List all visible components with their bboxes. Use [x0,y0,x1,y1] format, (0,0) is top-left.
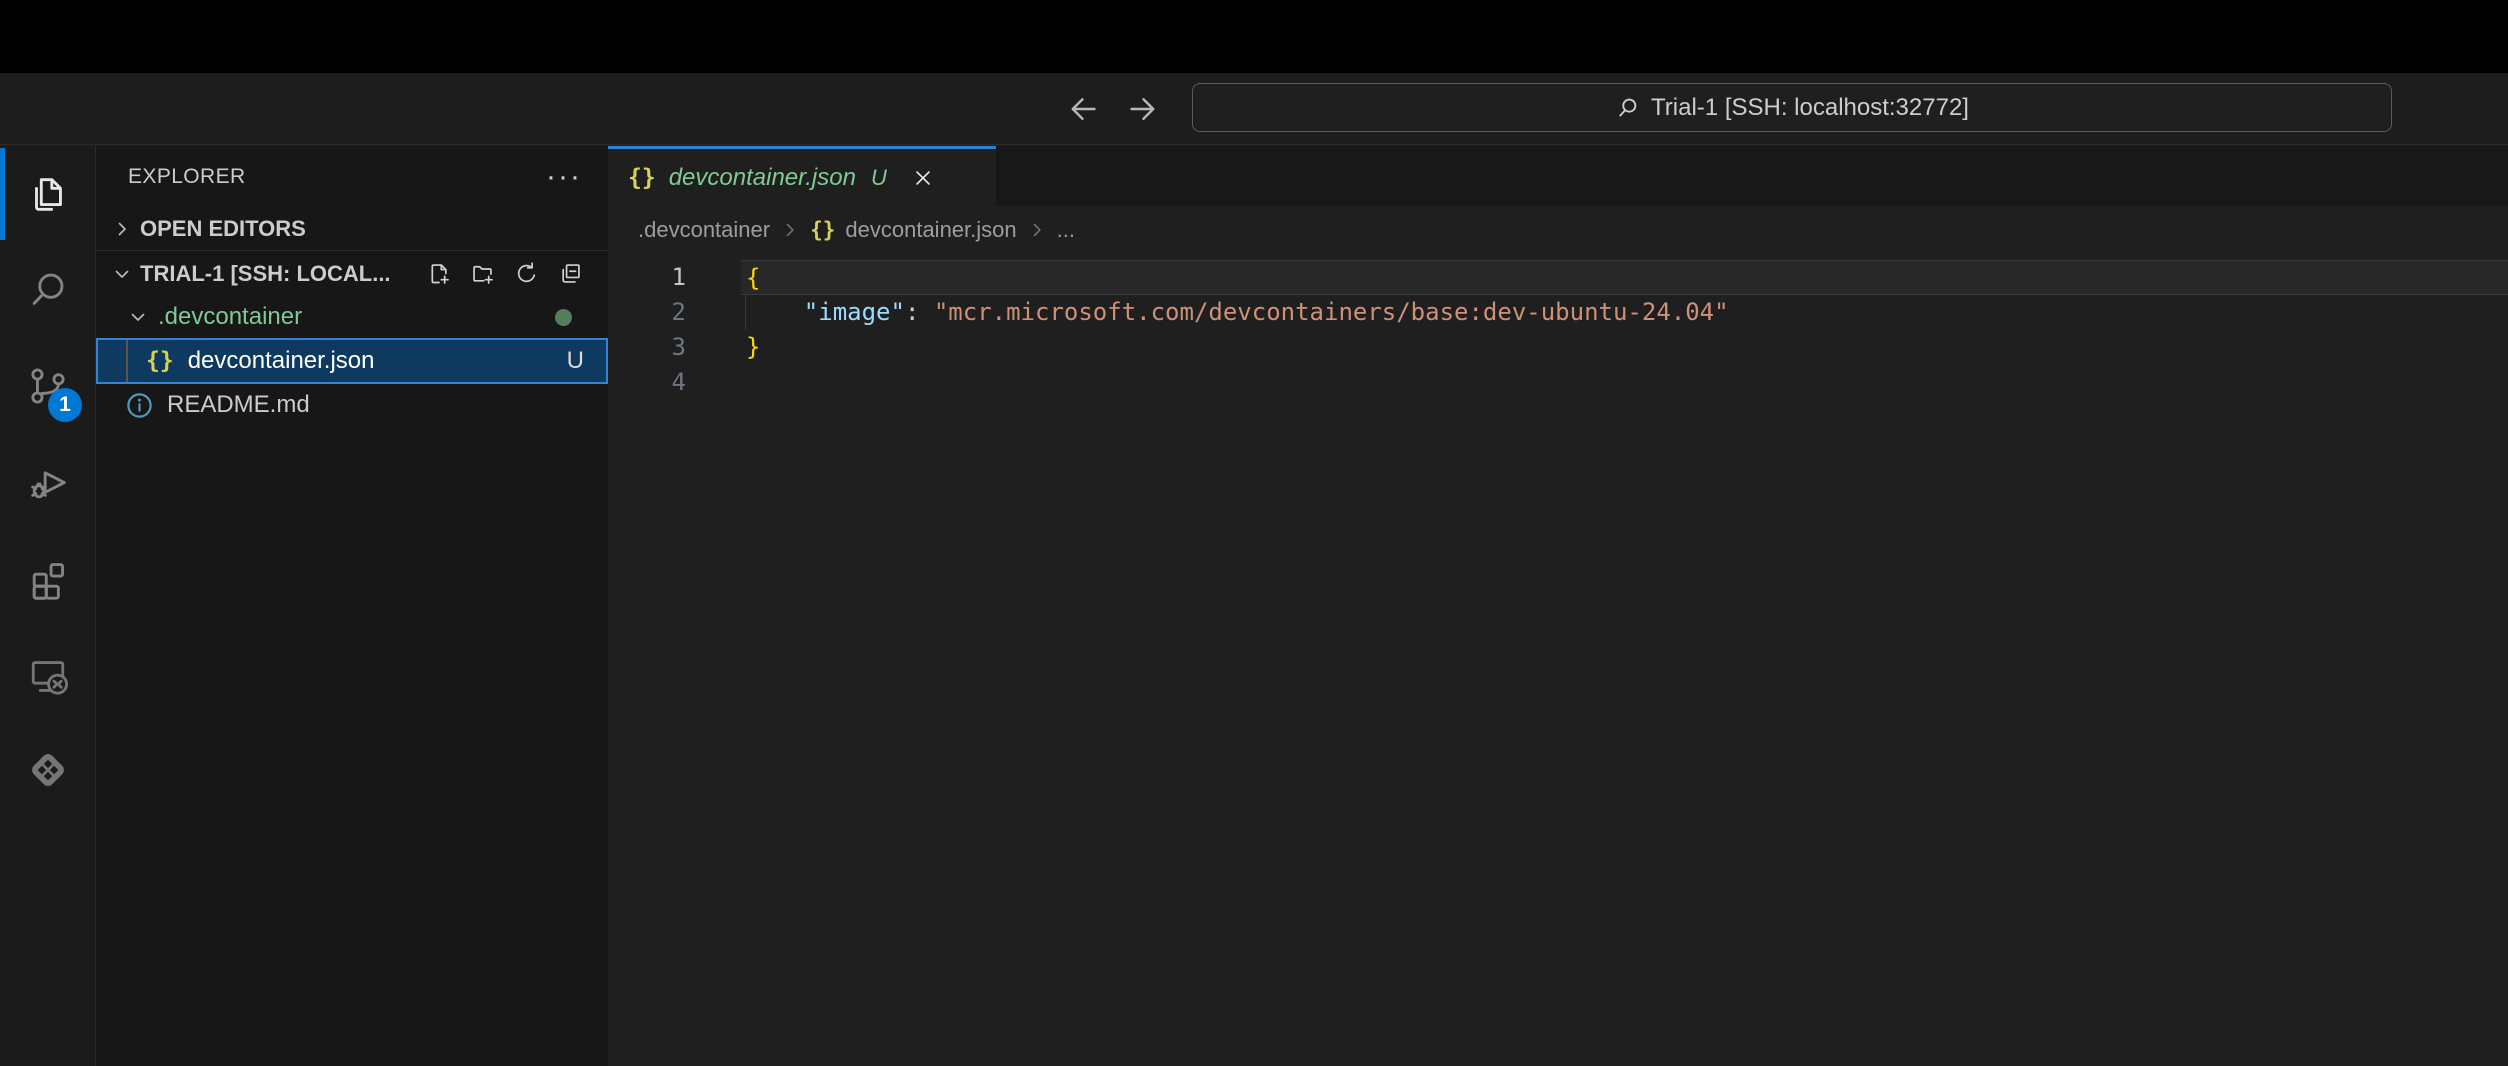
folder-label: .devcontainer [158,303,302,331]
tab-label: devcontainer.json [669,164,856,192]
tab-git-badge: U [871,165,887,191]
code-editor[interactable]: 1{2 "image": "mcr.microsoft.com/devconta… [608,254,2508,400]
more-actions-icon[interactable]: ··· [546,172,582,182]
navigate-back-icon[interactable] [1066,91,1102,127]
activity-bar: 1 [0,146,96,1066]
sidebar-header: EXPLORER ··· [96,146,608,208]
command-center-label: Trial-1 [SSH: localhost:32772] [1651,94,1969,122]
navigate-forward-icon[interactable] [1124,91,1160,127]
workspace-section[interactable]: TRIAL-1 [SSH: LOCAL... [96,250,608,296]
code-text [741,365,2508,400]
chevron-right-icon [1027,220,1047,240]
json-file-icon: {} [810,218,835,242]
editor-group: {} devcontainer.json U .devcontainer {} … [608,146,2508,1066]
refresh-icon[interactable] [513,260,540,287]
code-line-1[interactable]: 1{ [608,260,2508,295]
sidebar-title: EXPLORER [128,165,246,189]
code-line-4[interactable]: 4 [608,365,2508,400]
collapse-all-icon[interactable] [557,260,584,287]
line-number: 2 [608,295,741,330]
line-number: 3 [608,330,741,365]
activity-search[interactable] [0,242,96,338]
tree-item-devcontainer-json[interactable]: {} devcontainer.json U [96,338,608,384]
new-file-icon[interactable] [425,260,452,287]
code-line-3[interactable]: 3} [608,330,2508,365]
code-line-2[interactable]: 2 "image": "mcr.microsoft.com/devcontain… [608,295,2508,330]
debug-icon [25,459,71,505]
close-icon[interactable] [910,165,936,191]
tree-indent-guide [126,340,128,382]
code-text: } [741,330,2508,365]
open-editors-label: OPEN EDITORS [140,216,306,242]
chevron-down-icon [126,305,150,329]
new-folder-icon[interactable] [469,260,496,287]
json-file-icon: {} [628,165,656,191]
activity-remote-explorer[interactable] [0,626,96,722]
chevron-right-icon [780,220,800,240]
open-editors-section[interactable]: OPEN EDITORS [96,208,608,250]
file-label: README.md [167,391,310,419]
activity-explorer[interactable] [0,146,96,242]
breadcrumb: .devcontainer {} devcontainer.json ... [608,206,2508,254]
chevron-down-icon [110,262,134,286]
tab-bar: {} devcontainer.json U [608,146,2508,206]
json-file-icon: {} [146,348,174,374]
tab-devcontainer-json[interactable]: {} devcontainer.json U [608,146,996,206]
activity-extensions[interactable] [0,530,96,626]
chevron-right-icon [110,217,134,241]
tree-item-readme[interactable]: README.md [96,384,608,426]
code-text: { [741,260,2508,295]
breadcrumb-folder[interactable]: .devcontainer [638,217,770,243]
scm-badge: 1 [48,388,82,422]
window-top-strip [0,0,2508,73]
git-modified-dot [555,309,572,326]
tree-item-devcontainer-folder[interactable]: .devcontainer [96,296,608,338]
command-center[interactable]: Trial-1 [SSH: localhost:32772] [1192,83,2392,132]
line-number: 4 [608,365,741,400]
extensions-icon [25,555,71,601]
activity-source-control[interactable]: 1 [0,338,96,434]
workspace-label: TRIAL-1 [SSH: LOCAL... [140,261,391,287]
title-bar: Trial-1 [SSH: localhost:32772] [0,73,2508,145]
search-icon [25,267,71,313]
git-untracked-badge: U [567,347,584,375]
code-text: "image": "mcr.microsoft.com/devcontainer… [741,295,2508,330]
clover-icon [25,747,71,793]
remote-explorer-icon [25,651,71,697]
file-label: devcontainer.json [188,347,375,375]
search-icon [1615,95,1641,121]
breadcrumb-file[interactable]: devcontainer.json [845,217,1016,243]
explorer-sidebar: EXPLORER ··· OPEN EDITORS TRIAL-1 [SSH: … [96,146,608,1066]
files-icon [25,171,71,217]
activity-run-debug[interactable] [0,434,96,530]
breadcrumb-symbol[interactable]: ... [1057,217,1075,243]
line-number: 1 [608,260,741,295]
readme-info-icon [124,390,155,421]
workspace-actions [425,260,584,287]
activity-clover-extension[interactable] [0,722,96,818]
